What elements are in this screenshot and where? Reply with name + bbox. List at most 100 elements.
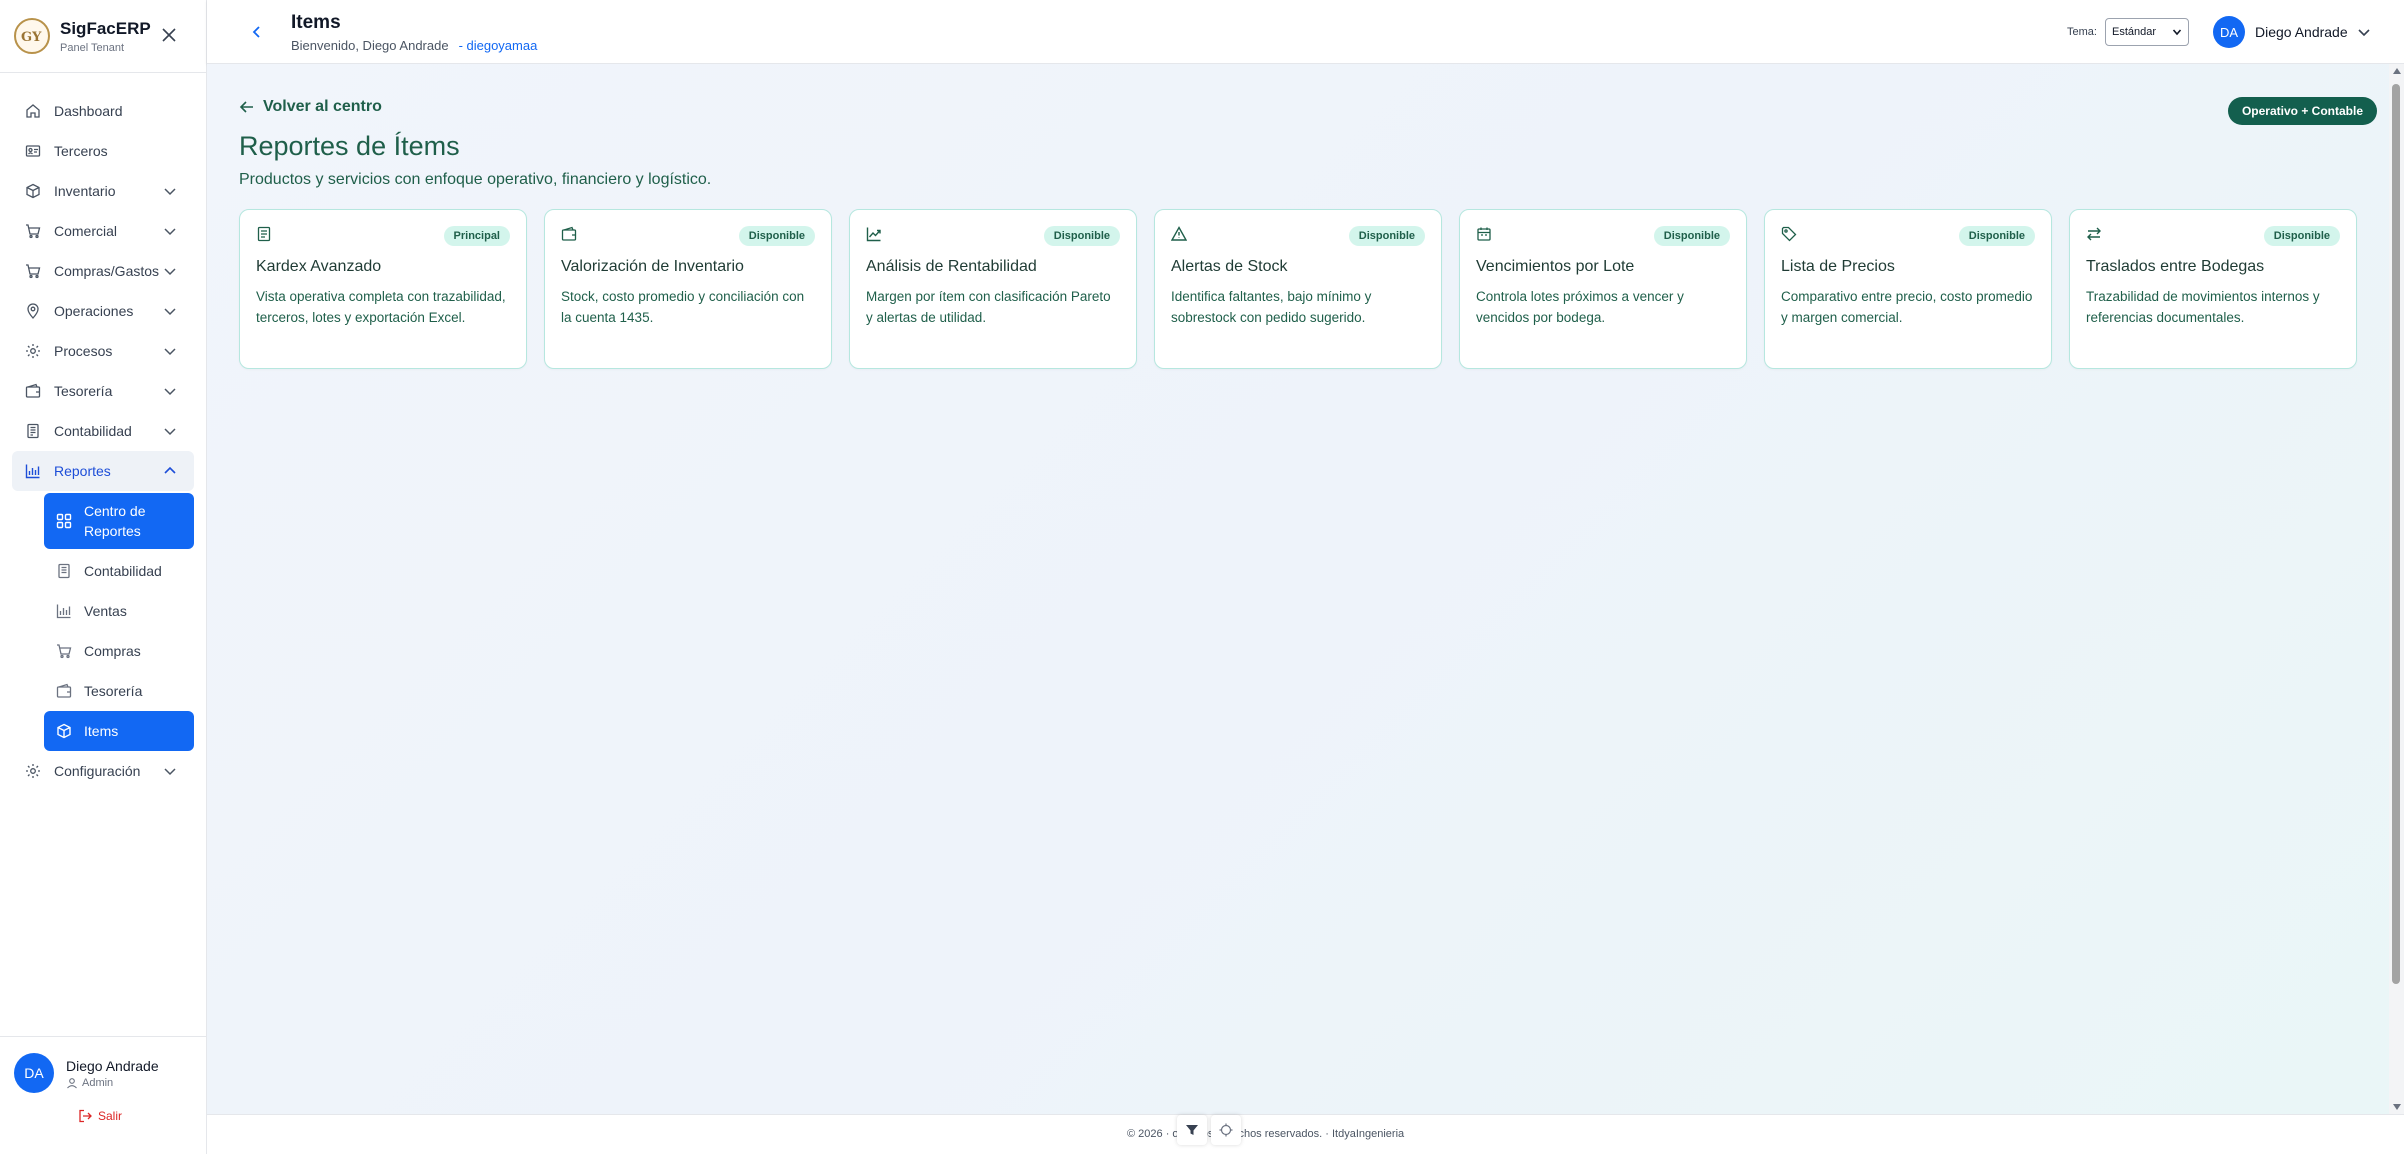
header-user-menu[interactable]: DA Diego Andrade [2213,16,2372,48]
card-description: Stock, costo promedio y conciliación con… [561,289,805,325]
sidebar-item-operaciones[interactable]: Operaciones [0,291,206,331]
status-badge: Disponible [1958,226,2035,246]
section-subtitle: Productos y servicios con enfoque operat… [239,171,712,188]
target-tool-button[interactable] [1211,1115,1241,1145]
back-chevron-icon[interactable] [247,22,267,42]
sidebar-item-label: Terceros [54,143,108,159]
sidebar-item-label: Tesorería [54,383,113,399]
tag-icon [1781,226,1799,244]
id-card-icon [24,142,42,160]
pin-icon [24,302,42,320]
close-sidebar-icon[interactable] [158,24,180,46]
cart-icon [56,643,72,659]
chevron-down-icon [2358,29,2370,37]
sidebar-item-contabilidad[interactable]: Contabilidad [0,411,206,451]
logout-icon [79,1109,92,1123]
sidebar-item-label: Comercial [54,223,118,239]
calendar-icon [1476,226,1494,244]
subnav-item-centro-reportes[interactable]: Centro de Reportes [44,493,194,549]
report-card-alertas-stock[interactable]: Disponible Alertas de Stock Identifica f… [1154,209,1442,369]
transfer-icon [2086,226,2104,244]
subnav-item-compras[interactable]: Compras [44,631,194,671]
sidebar-item-label: Operaciones [54,303,134,319]
grid-icon [56,513,72,529]
subnav-item-label: Compras [84,643,141,659]
chevron-down-icon [162,183,178,199]
subnav-item-ventas[interactable]: Ventas [44,591,194,631]
chevron-down-icon [162,423,178,439]
brand-name: SigFacERP [60,18,151,38]
gear-icon [24,762,42,780]
sidebar-nav: Dashboard Terceros Inventario Comercial … [0,73,206,791]
subnav-item-items[interactable]: Items [44,711,194,751]
sidebar-item-label: Contabilidad [54,423,132,439]
sidebar-item-reportes[interactable]: Reportes [12,451,194,491]
card-description: Identifica faltantes, bajo mínimo y sobr… [1171,289,1372,325]
scroll-up-icon[interactable] [2393,68,2401,74]
avatar: DA [2213,16,2245,48]
username-link[interactable]: - diegoyamaa [459,38,538,53]
target-icon [1219,1123,1233,1137]
subnav-item-contabilidad[interactable]: Contabilidad [44,551,194,591]
wallet-icon [24,382,42,400]
sidebar-item-configuracion[interactable]: Configuración [0,751,206,791]
bag-icon [24,262,42,280]
page-footer: © 2026 · odos los derechos reservados. ·… [207,1114,2404,1154]
subnav-item-label: Centro de Reportes [84,503,146,539]
filter-tool-button[interactable] [1177,1115,1207,1145]
chevron-down-icon [162,303,178,319]
arrow-left-icon [239,101,253,113]
report-card-vencimientos[interactable]: Disponible Vencimientos por Lote Control… [1459,209,1747,369]
brand-subtitle: Panel Tenant [60,41,125,54]
wallet-icon [56,683,72,699]
scroll-thumb[interactable] [2392,84,2400,984]
section-title: Reportes de Ítems [239,131,460,161]
chevron-down-icon [162,383,178,399]
report-card-valorizacion[interactable]: Disponible Valorización de Inventario St… [544,209,832,369]
card-title: Valorización de Inventario [561,258,744,275]
report-card-kardex[interactable]: Principal Kardex Avanzado Vista operativ… [239,209,527,369]
card-title: Análisis de Rentabilidad [866,258,1037,275]
sidebar-item-inventario[interactable]: Inventario [0,171,206,211]
page-title: Items [291,12,341,33]
sidebar-item-compras-gastos[interactable]: Compras/Gastos [0,251,206,291]
report-card-rentabilidad[interactable]: Disponible Análisis de Rentabilidad Marg… [849,209,1137,369]
sidebar-item-label: Inventario [54,183,116,199]
box-icon [24,182,42,200]
ledger-icon [24,422,42,440]
subnav-item-label: Contabilidad [84,563,162,579]
avatar: DA [14,1053,54,1093]
sidebar-item-procesos[interactable]: Procesos [0,331,206,371]
status-badge: Disponible [738,226,815,246]
filter-icon [1186,1125,1198,1135]
brand-logo: GY [14,18,50,54]
sidebar-user-panel: DA Diego Andrade Admin Salir [0,1036,207,1154]
chevron-down-icon [2172,29,2182,36]
sidebar-item-comercial[interactable]: Comercial [0,211,206,251]
logout-button[interactable]: Salir [78,1109,193,1123]
welcome-text: Bienvenido, Diego Andrade - diegoyamaa [291,38,538,53]
theme-select[interactable]: Estándar [2105,18,2189,46]
main-scrollbar[interactable] [2389,64,2404,1114]
report-card-lista-precios[interactable]: Disponible Lista de Precios Comparativo … [1764,209,2052,369]
report-cards: Principal Kardex Avanzado Vista operativ… [239,209,2357,369]
sidebar-item-terceros[interactable]: Terceros [0,131,206,171]
subnav-item-tesoreria[interactable]: Tesorería [44,671,194,711]
main-content: Volver al centro Operativo + Contable Re… [207,64,2389,1114]
card-title: Vencimientos por Lote [1476,258,1635,275]
ledger-icon [56,563,72,579]
sidebar-user-role: Admin [66,1077,159,1089]
chart-icon [24,462,42,480]
sidebar-item-dashboard[interactable]: Dashboard [0,91,206,131]
scroll-down-icon[interactable] [2393,1104,2401,1110]
sidebar-item-tesoreria[interactable]: Tesorería [0,371,206,411]
chevron-down-icon [162,223,178,239]
report-card-traslados[interactable]: Disponible Traslados entre Bodegas Traza… [2069,209,2357,369]
status-badge: Disponible [1348,226,1425,246]
theme-label: Tema: [2067,26,2097,38]
box-icon [56,723,72,739]
top-header: Items Bienvenido, Diego Andrade - diegoya… [207,0,2404,64]
back-to-center-link[interactable]: Volver al centro [239,98,382,116]
home-icon [24,102,42,120]
sidebar-item-label: Procesos [54,343,113,359]
